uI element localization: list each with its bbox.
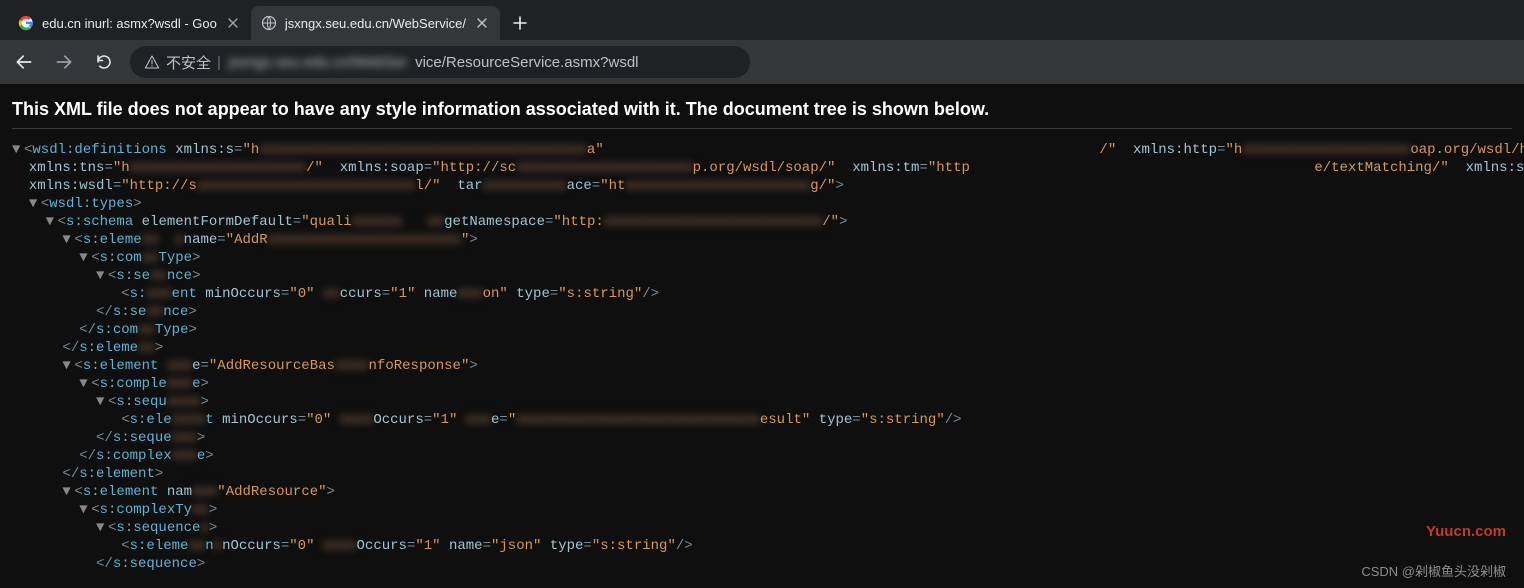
xml-viewer: This XML file does not appear to have an… (0, 84, 1524, 585)
xml-node[interactable]: ▼<s:schema elementFormDefault="qualixxxx… (12, 213, 1512, 231)
tab-title: edu.cn inurl: asmx?wsdl - Goo (42, 16, 217, 31)
xml-node[interactable]: ▼<s:complexxxe> (12, 375, 1512, 393)
xml-node: <s:elemexxnxnOccurs="0" xxxxOccurs="1" n… (12, 537, 1512, 555)
xml-node[interactable]: ▼<s:sequencex> (12, 519, 1512, 537)
forward-button[interactable] (50, 48, 78, 76)
xml-node[interactable]: ▼<s:sequxxxx> (12, 393, 1512, 411)
warning-icon (144, 54, 160, 70)
xml-node[interactable]: ▼<s:comxxType> (12, 249, 1512, 267)
address-bar[interactable]: 不安全 | jsxngx.seu.edu.cn/WebSer vice/Reso… (130, 46, 750, 78)
collapse-toggle-icon[interactable]: ▼ (96, 519, 108, 537)
xml-node[interactable]: ▼<s:complexTyxx> (12, 501, 1512, 519)
xml-node: xmlns:wsdl="http://sxxxxxxxxxxxxxxxxxxxx… (12, 177, 1512, 195)
collapse-toggle-icon[interactable]: ▼ (29, 195, 41, 213)
back-button[interactable] (10, 48, 38, 76)
browser-tabstrip: edu.cn inurl: asmx?wsdl - Goo jsxngx.seu… (0, 0, 1524, 40)
globe-favicon-icon (261, 15, 277, 31)
collapse-toggle-icon[interactable]: ▼ (12, 141, 24, 159)
xml-node[interactable]: ▼<s:element namxxx"AddResource"> (12, 483, 1512, 501)
xml-node: <s:elexxxxt minOccurs="0" xxxxOccurs="1"… (12, 411, 1512, 429)
xml-node[interactable]: ▼<s:element xxxe="AddResourceBasxxxxnfoR… (12, 357, 1512, 375)
xml-node[interactable]: ▼<wsdl:types> (12, 195, 1512, 213)
close-icon[interactable] (474, 15, 490, 31)
xml-node: </s:complexxxxe> (12, 447, 1512, 465)
collapse-toggle-icon[interactable]: ▼ (62, 357, 74, 375)
xml-node: <s:xxxent minOccurs="0" xxccurs="1" name… (12, 285, 1512, 303)
xml-no-style-banner: This XML file does not appear to have an… (12, 98, 1512, 129)
xml-node: </s:comxxType> (12, 321, 1512, 339)
tab-title: jsxngx.seu.edu.cn/WebService/ (285, 16, 466, 31)
watermark-site: Yuucn.com (1426, 523, 1506, 540)
collapse-toggle-icon[interactable]: ▼ (79, 375, 91, 393)
watermark-csdn: CSDN @剁椒鱼头没剁椒 (1361, 561, 1506, 580)
xml-node: </s:sequence> (12, 555, 1512, 573)
reload-button[interactable] (90, 48, 118, 76)
xml-node: </s:sexxnce> (12, 303, 1512, 321)
collapse-toggle-icon[interactable]: ▼ (96, 393, 108, 411)
collapse-toggle-icon[interactable]: ▼ (62, 231, 74, 249)
xml-node[interactable]: ▼<s:sexxnce> (12, 267, 1512, 285)
xml-node: xmlns:tns="hxxxxxxxxxxxxxxxxxxxxx/" xmln… (12, 159, 1512, 177)
collapse-toggle-icon[interactable]: ▼ (79, 501, 91, 519)
url-hidden-part: jsxngx.seu.edu.cn/WebSer (229, 54, 407, 71)
not-secure-label: 不安全 (166, 52, 211, 73)
xml-node: </s:sequexxx> (12, 429, 1512, 447)
collapse-toggle-icon[interactable]: ▼ (96, 267, 108, 285)
not-secure-indicator[interactable]: 不安全 | (144, 52, 221, 73)
xml-node: </s:element> (12, 465, 1512, 483)
google-favicon-icon (18, 15, 34, 31)
xml-node[interactable]: ▼<s:elemexx xname="AddRxxxxxxxxxxxxxxxxx… (12, 231, 1512, 249)
browser-tab-1[interactable]: jsxngx.seu.edu.cn/WebService/ (251, 6, 500, 40)
browser-toolbar: 不安全 | jsxngx.seu.edu.cn/WebSer vice/Reso… (0, 40, 1524, 84)
close-icon[interactable] (225, 15, 241, 31)
collapse-toggle-icon[interactable]: ▼ (62, 483, 74, 501)
xml-node[interactable]: ▼<wsdl:definitions xmlns:s="hxxxxxxxxxxx… (12, 141, 1512, 159)
xml-node: </s:elemexx> (12, 339, 1512, 357)
url-visible-part: vice/ResourceService.asmx?wsdl (415, 54, 638, 71)
new-tab-button[interactable] (506, 9, 534, 37)
separator: | (217, 54, 221, 71)
browser-tab-0[interactable]: edu.cn inurl: asmx?wsdl - Goo (8, 6, 251, 40)
collapse-toggle-icon[interactable]: ▼ (46, 213, 58, 231)
collapse-toggle-icon[interactable]: ▼ (79, 249, 91, 267)
